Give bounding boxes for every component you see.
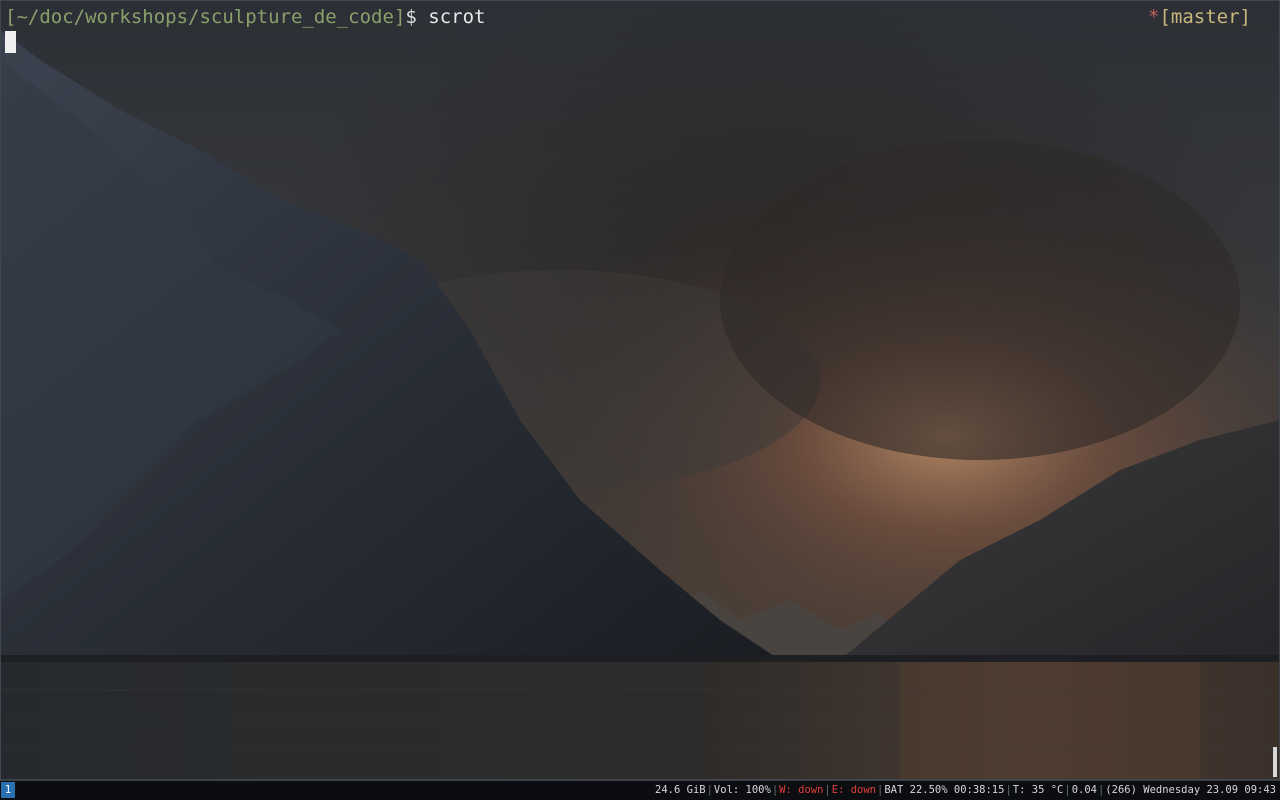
prompt-open-bracket: [ [5,6,17,28]
git-branch: [master] [1159,6,1251,28]
status-separator: | [771,784,779,796]
terminal-cursor [5,31,16,53]
battery-status: BAT 22.50% 00:38:15 [884,784,1005,796]
volume-status: Vol: 100% [713,784,771,796]
ethernet-status: E: down [831,784,877,796]
temperature-status: T: 35 °C [1012,784,1064,796]
status-separator: | [706,784,713,796]
prompt-close-bracket: ] [393,6,406,28]
status-separator: | [824,784,831,796]
disk-free-status: 24.6 GiB [655,784,706,796]
prompt-symbol: $ [405,6,429,28]
status-bar: 1 24.6 GiB|Vol: 100%|W: down|E: down|BAT… [0,780,1280,800]
git-status: *[master] [1148,5,1251,29]
status-blocks: 24.6 GiB|Vol: 100%|W: down|E: down|BAT 2… [655,781,1276,799]
prompt-path: ~/doc/workshops/sculpture_de_code [16,6,394,28]
workspace-button-1[interactable]: 1 [1,782,15,798]
load-status: 0.04 [1071,784,1097,796]
wireless-status: W: down [779,784,824,796]
typed-command: scrot [428,6,486,28]
prompt-line: [~/doc/workshops/sculpture_de_code]$ scr… [5,5,486,29]
terminal-scrollbar[interactable] [1273,747,1277,777]
desktop: [~/doc/workshops/sculpture_de_code]$ scr… [0,0,1280,800]
status-separator: | [1005,784,1012,796]
datetime-status: (266) Wednesday 23.09 09:43 [1105,784,1276,796]
status-separator: | [1064,784,1071,796]
git-dirty-marker: * [1148,6,1160,28]
terminal-window[interactable]: [~/doc/workshops/sculpture_de_code]$ scr… [0,0,1280,780]
